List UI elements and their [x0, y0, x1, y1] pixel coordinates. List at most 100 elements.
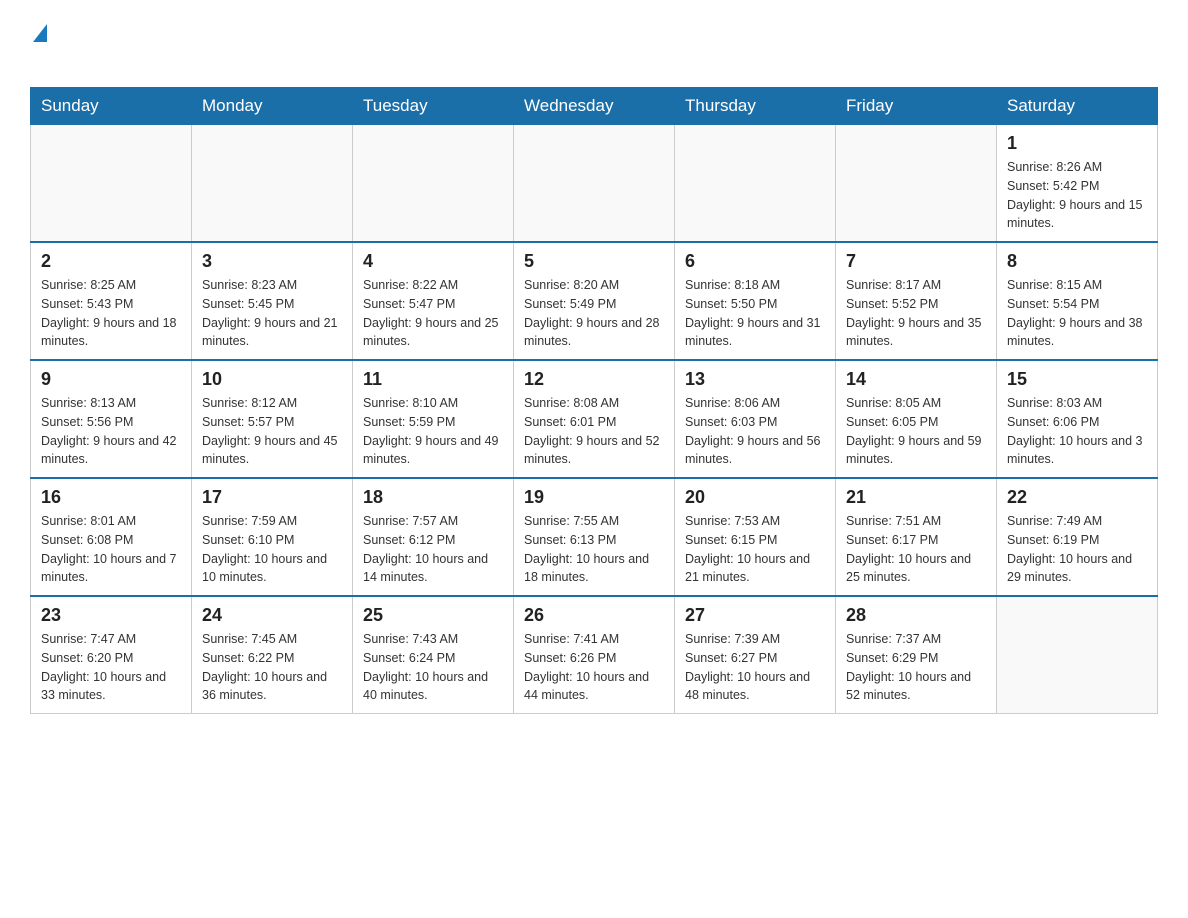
day-of-week-header: Tuesday: [353, 88, 514, 125]
day-of-week-header: Saturday: [997, 88, 1158, 125]
day-info: Sunrise: 8:17 AMSunset: 5:52 PMDaylight:…: [846, 276, 986, 351]
calendar-week-row: 1 Sunrise: 8:26 AMSunset: 5:42 PMDaylight…: [31, 125, 1158, 243]
page-header: General: [30, 20, 1158, 69]
calendar-cell: 20 Sunrise: 7:53 AMSunset: 6:15 PMDayligh…: [675, 478, 836, 596]
day-info: Sunrise: 8:06 AMSunset: 6:03 PMDaylight:…: [685, 394, 825, 469]
calendar-cell: [192, 125, 353, 243]
day-number: 20: [685, 487, 825, 508]
calendar-cell: 18 Sunrise: 7:57 AMSunset: 6:12 PMDayligh…: [353, 478, 514, 596]
day-info: Sunrise: 7:43 AMSunset: 6:24 PMDaylight:…: [363, 630, 503, 705]
calendar-cell: 16 Sunrise: 8:01 AMSunset: 6:08 PMDayligh…: [31, 478, 192, 596]
day-number: 14: [846, 369, 986, 390]
day-info: Sunrise: 7:49 AMSunset: 6:19 PMDaylight:…: [1007, 512, 1147, 587]
calendar-cell: 19 Sunrise: 7:55 AMSunset: 6:13 PMDayligh…: [514, 478, 675, 596]
day-of-week-header: Thursday: [675, 88, 836, 125]
day-number: 13: [685, 369, 825, 390]
calendar-cell: 8 Sunrise: 8:15 AMSunset: 5:54 PMDaylight…: [997, 242, 1158, 360]
day-number: 28: [846, 605, 986, 626]
day-number: 7: [846, 251, 986, 272]
day-info: Sunrise: 8:23 AMSunset: 5:45 PMDaylight:…: [202, 276, 342, 351]
day-number: 18: [363, 487, 503, 508]
calendar-cell: 14Sunrise: 8:05 AMSunset: 6:05 PMDayligh…: [836, 360, 997, 478]
calendar-cell: 7 Sunrise: 8:17 AMSunset: 5:52 PMDaylight…: [836, 242, 997, 360]
day-info: Sunrise: 7:55 AMSunset: 6:13 PMDaylight:…: [524, 512, 664, 587]
day-info: Sunrise: 8:26 AMSunset: 5:42 PMDaylight:…: [1007, 158, 1147, 233]
calendar-cell: [997, 596, 1158, 714]
calendar-cell: 21 Sunrise: 7:51 AMSunset: 6:17 PMDayligh…: [836, 478, 997, 596]
calendar-cell: 9Sunrise: 8:13 AMSunset: 5:56 PMDaylight…: [31, 360, 192, 478]
calendar-cell: 27 Sunrise: 7:39 AMSunset: 6:27 PMDayligh…: [675, 596, 836, 714]
day-info: Sunrise: 7:53 AMSunset: 6:15 PMDaylight:…: [685, 512, 825, 587]
day-info: Sunrise: 7:39 AMSunset: 6:27 PMDaylight:…: [685, 630, 825, 705]
day-number: 6: [685, 251, 825, 272]
calendar-cell: [675, 125, 836, 243]
day-number: 22: [1007, 487, 1147, 508]
day-number: 24: [202, 605, 342, 626]
calendar-cell: 4Sunrise: 8:22 AMSunset: 5:47 PMDaylight…: [353, 242, 514, 360]
calendar-cell: 28 Sunrise: 7:37 AMSunset: 6:29 PMDayligh…: [836, 596, 997, 714]
day-info: Sunrise: 8:01 AMSunset: 6:08 PMDaylight:…: [41, 512, 181, 587]
day-info: Sunrise: 8:25 AMSunset: 5:43 PMDaylight:…: [41, 276, 181, 351]
day-info: Sunrise: 7:47 AMSunset: 6:20 PMDaylight:…: [41, 630, 181, 705]
day-number: 11: [363, 369, 503, 390]
calendar-cell: 24 Sunrise: 7:45 AMSunset: 6:22 PMDayligh…: [192, 596, 353, 714]
calendar-cell: 6 Sunrise: 8:18 AMSunset: 5:50 PMDaylight…: [675, 242, 836, 360]
logo: General: [30, 20, 129, 69]
day-number: 8: [1007, 251, 1147, 272]
calendar-cell: 1 Sunrise: 8:26 AMSunset: 5:42 PMDaylight…: [997, 125, 1158, 243]
day-number: 15: [1007, 369, 1147, 390]
calendar-header-row: SundayMondayTuesdayWednesdayThursdayFrid…: [31, 88, 1158, 125]
calendar-cell: 11 Sunrise: 8:10 AMSunset: 5:59 PMDayligh…: [353, 360, 514, 478]
day-info: Sunrise: 7:37 AMSunset: 6:29 PMDaylight:…: [846, 630, 986, 705]
day-info: Sunrise: 8:15 AMSunset: 5:54 PMDaylight:…: [1007, 276, 1147, 351]
day-number: 10: [202, 369, 342, 390]
day-info: Sunrise: 7:51 AMSunset: 6:17 PMDaylight:…: [846, 512, 986, 587]
calendar-week-row: 2 Sunrise: 8:25 AMSunset: 5:43 PMDaylight…: [31, 242, 1158, 360]
day-number: 2: [41, 251, 181, 272]
calendar-cell: 15 Sunrise: 8:03 AMSunset: 6:06 PMDayligh…: [997, 360, 1158, 478]
day-info: Sunrise: 8:18 AMSunset: 5:50 PMDaylight:…: [685, 276, 825, 351]
calendar-cell: 17 Sunrise: 7:59 AMSunset: 6:10 PMDayligh…: [192, 478, 353, 596]
day-number: 27: [685, 605, 825, 626]
day-number: 23: [41, 605, 181, 626]
day-info: Sunrise: 7:45 AMSunset: 6:22 PMDaylight:…: [202, 630, 342, 705]
calendar-cell: 25 Sunrise: 7:43 AMSunset: 6:24 PMDayligh…: [353, 596, 514, 714]
calendar-cell: 12 Sunrise: 8:08 AMSunset: 6:01 PMDayligh…: [514, 360, 675, 478]
day-number: 17: [202, 487, 342, 508]
day-info: Sunrise: 8:10 AMSunset: 5:59 PMDaylight:…: [363, 394, 503, 469]
calendar-table: SundayMondayTuesdayWednesdayThursdayFrid…: [30, 87, 1158, 714]
calendar-cell: [514, 125, 675, 243]
day-number: 19: [524, 487, 664, 508]
calendar-cell: 26 Sunrise: 7:41 AMSunset: 6:26 PMDayligh…: [514, 596, 675, 714]
calendar-cell: 2 Sunrise: 8:25 AMSunset: 5:43 PMDaylight…: [31, 242, 192, 360]
calendar-week-row: 16 Sunrise: 8:01 AMSunset: 6:08 PMDayligh…: [31, 478, 1158, 596]
day-number: 5: [524, 251, 664, 272]
calendar-cell: 3 Sunrise: 8:23 AMSunset: 5:45 PMDaylight…: [192, 242, 353, 360]
calendar-cell: 23 Sunrise: 7:47 AMSunset: 6:20 PMDayligh…: [31, 596, 192, 714]
day-number: 16: [41, 487, 181, 508]
calendar-week-row: 23 Sunrise: 7:47 AMSunset: 6:20 PMDayligh…: [31, 596, 1158, 714]
day-info: Sunrise: 8:03 AMSunset: 6:06 PMDaylight:…: [1007, 394, 1147, 469]
day-of-week-header: Monday: [192, 88, 353, 125]
day-info: Sunrise: 8:20 AMSunset: 5:49 PMDaylight:…: [524, 276, 664, 351]
day-number: 21: [846, 487, 986, 508]
day-of-week-header: Wednesday: [514, 88, 675, 125]
day-info: Sunrise: 8:08 AMSunset: 6:01 PMDaylight:…: [524, 394, 664, 469]
calendar-cell: 22 Sunrise: 7:49 AMSunset: 6:19 PMDayligh…: [997, 478, 1158, 596]
day-number: 3: [202, 251, 342, 272]
calendar-cell: [353, 125, 514, 243]
calendar-cell: 13 Sunrise: 8:06 AMSunset: 6:03 PMDayligh…: [675, 360, 836, 478]
day-of-week-header: Friday: [836, 88, 997, 125]
calendar-cell: [31, 125, 192, 243]
day-number: 26: [524, 605, 664, 626]
day-info: Sunrise: 7:59 AMSunset: 6:10 PMDaylight:…: [202, 512, 342, 587]
day-number: 12: [524, 369, 664, 390]
calendar-cell: [836, 125, 997, 243]
calendar-week-row: 9Sunrise: 8:13 AMSunset: 5:56 PMDaylight…: [31, 360, 1158, 478]
day-info: Sunrise: 7:57 AMSunset: 6:12 PMDaylight:…: [363, 512, 503, 587]
day-number: 25: [363, 605, 503, 626]
calendar-cell: 5 Sunrise: 8:20 AMSunset: 5:49 PMDaylight…: [514, 242, 675, 360]
day-number: 1: [1007, 133, 1147, 154]
day-info: Sunrise: 7:41 AMSunset: 6:26 PMDaylight:…: [524, 630, 664, 705]
day-info: Sunrise: 8:22 AMSunset: 5:47 PMDaylight:…: [363, 276, 503, 351]
